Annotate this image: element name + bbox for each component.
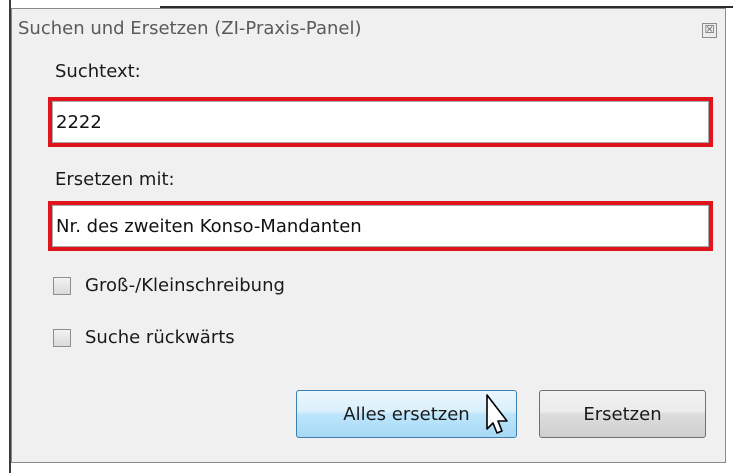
case-sensitive-checkbox[interactable] <box>53 276 71 295</box>
background-edge <box>0 0 11 473</box>
replace-highlight: Nr. des zweiten Konso-Mandanten <box>48 201 713 251</box>
mouse-cursor-icon <box>486 394 508 434</box>
dialog-title: Suchen und Ersetzen (ZI-Praxis-Panel) <box>18 18 362 39</box>
search-backwards-option[interactable]: Suche rückwärts <box>53 327 235 348</box>
search-label: Suchtext: <box>55 61 141 82</box>
replace-button[interactable]: Ersetzen <box>539 390 706 438</box>
search-backwards-label: Suche rückwärts <box>85 327 235 348</box>
search-backwards-checkbox[interactable] <box>53 328 71 347</box>
case-sensitive-option[interactable]: Groß-/Kleinschreibung <box>53 275 285 296</box>
close-icon[interactable]: ☒ <box>702 23 717 38</box>
screenshot-frame: Suchen und Ersetzen (ZI-Praxis-Panel) ☒ … <box>0 0 733 473</box>
replace-input[interactable]: Nr. des zweiten Konso-Mandanten <box>52 205 709 247</box>
case-sensitive-label: Groß-/Kleinschreibung <box>85 275 285 296</box>
title-bar[interactable]: Suchen und Ersetzen (ZI-Praxis-Panel) ☒ <box>12 9 725 49</box>
search-input[interactable]: 2222 <box>52 101 709 143</box>
replace-label: Ersetzen mit: <box>55 169 175 190</box>
find-replace-dialog: Suchen und Ersetzen (ZI-Praxis-Panel) ☒ … <box>11 8 726 463</box>
search-highlight: 2222 <box>48 97 713 147</box>
